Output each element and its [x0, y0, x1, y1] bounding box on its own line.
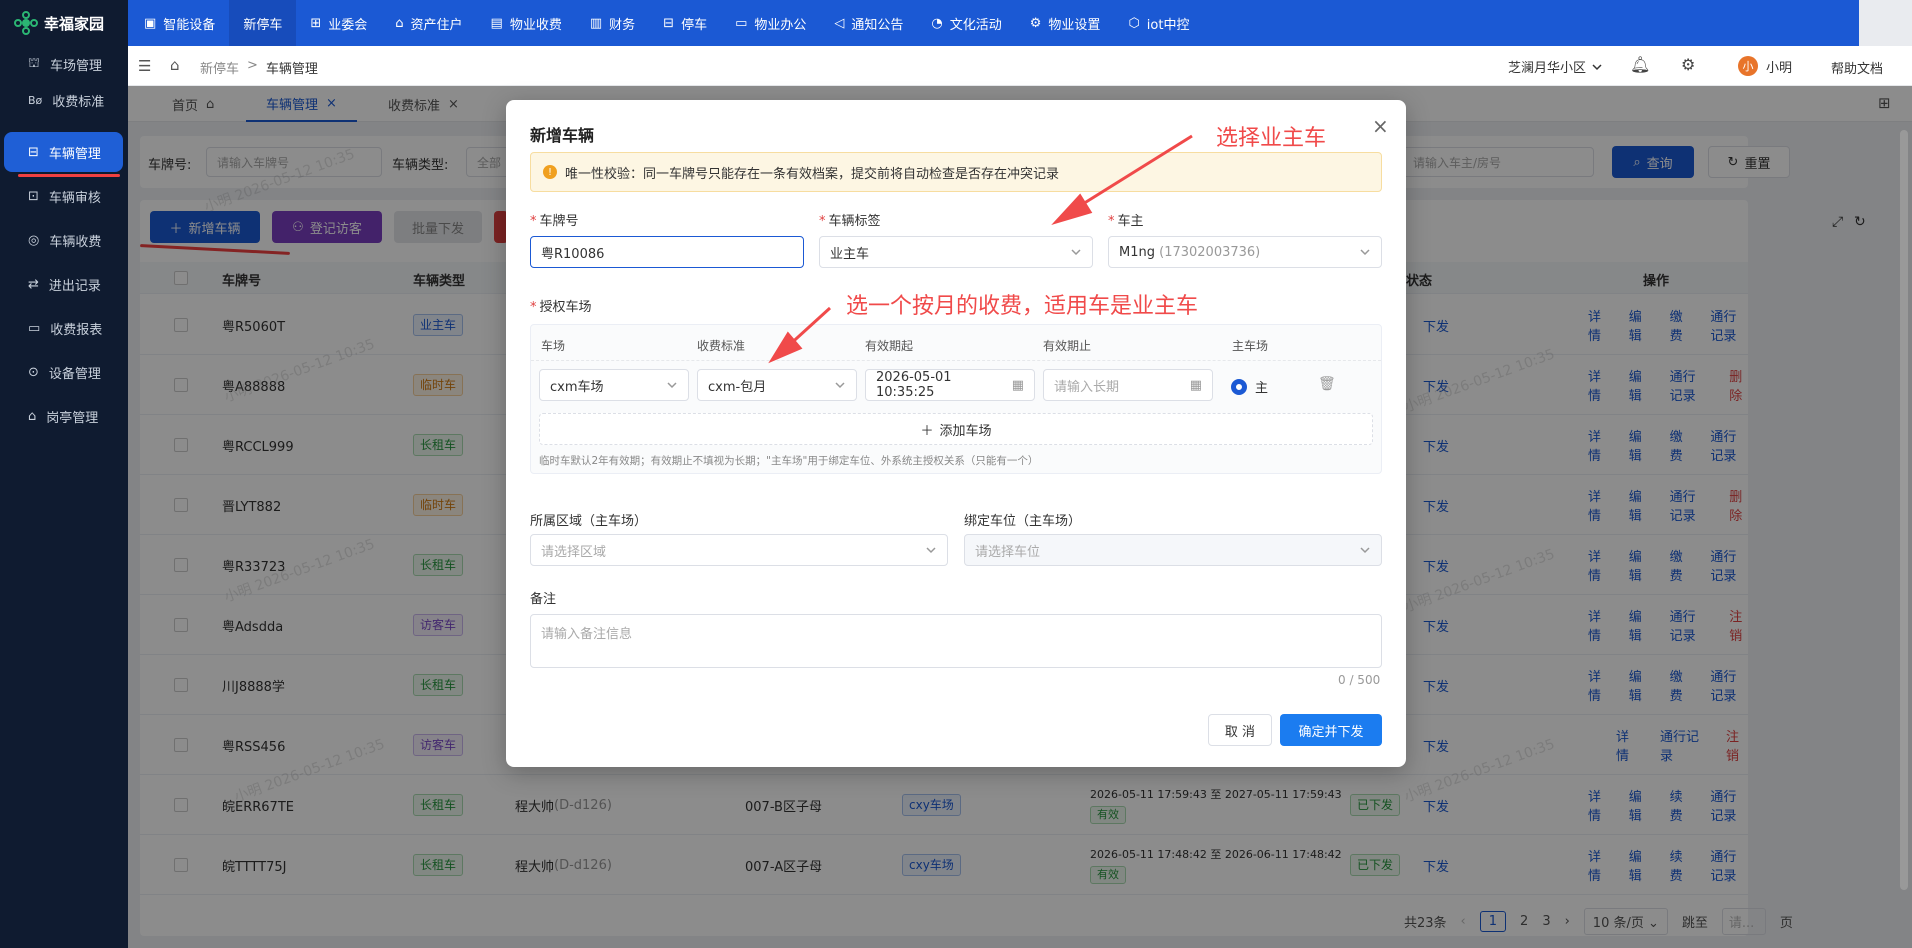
arrow-to-tag-select: [1069, 134, 1193, 214]
arrowhead: [1051, 193, 1093, 225]
annotation-arrows: [768, 134, 1193, 364]
